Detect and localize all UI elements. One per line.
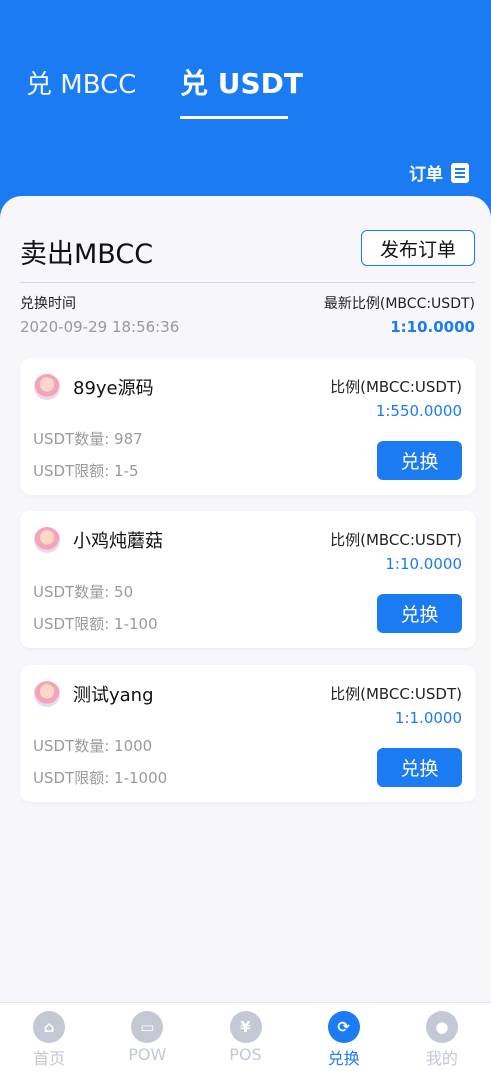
usdt-limit: USDT限额: 1-100: [33, 615, 158, 633]
seller-name: 测试yang: [73, 685, 154, 706]
ratio-value: 1:1.0000: [394, 709, 462, 727]
yen-icon: ¥: [229, 1011, 262, 1043]
home-icon: ⌂: [33, 1011, 66, 1043]
tabbar-item-mine[interactable]: ● 我的: [393, 1003, 491, 1071]
tabbar-item-exchange[interactable]: ⟳ 兑换: [295, 1003, 393, 1071]
avatar: [34, 374, 60, 400]
ratio-value: 1:10.0000: [385, 555, 462, 573]
bottom-tab-bar: ⌂ 首页 ▭ POW ¥ POS ⟳ 兑换 ● 我的: [0, 1002, 491, 1071]
exchange-icon: ⟳: [327, 1011, 360, 1043]
latest-ratio-label: 最新比例(MBCC:USDT): [323, 296, 475, 312]
tabbar-label: POW: [128, 1045, 167, 1064]
wallet-icon: ▭: [131, 1011, 164, 1043]
seller-name: 小鸡炖蘑菇: [73, 531, 163, 552]
avatar: [34, 681, 60, 707]
tabbar-label: 我的: [425, 1049, 458, 1068]
usdt-limit: USDT限额: 1-5: [33, 462, 139, 480]
exchange-time-value: 2020-09-29 18:56:36: [20, 318, 180, 336]
ratio-label: 比例(MBCC:USDT): [330, 685, 462, 703]
exchange-button[interactable]: 兑换: [377, 594, 462, 633]
user-icon: ●: [425, 1011, 458, 1043]
exchange-time-label: 兑换时间: [20, 296, 76, 312]
order-link[interactable]: 订单: [409, 160, 469, 185]
tab-mbcc[interactable]: 兑 MBCC: [26, 64, 136, 101]
active-tab-indicator: [180, 116, 288, 119]
usdt-quantity: USDT数量: 50: [33, 583, 134, 601]
offer-card: 89ye源码 比例(MBCC:USDT) 1:550.0000 USDT数量: …: [20, 358, 476, 495]
usdt-quantity: USDT数量: 1000: [33, 737, 153, 755]
exchange-button[interactable]: 兑换: [377, 441, 462, 480]
usdt-quantity: USDT数量: 987: [33, 430, 143, 448]
latest-ratio-value: 1:10.0000: [390, 318, 475, 336]
tabbar-label: 首页: [33, 1049, 66, 1068]
order-label: 订单: [409, 165, 443, 185]
order-list-icon: [451, 162, 469, 183]
tabbar-item-pos[interactable]: ¥ POS: [196, 1003, 294, 1071]
ratio-label: 比例(MBCC:USDT): [330, 531, 462, 549]
tabbar-item-pow[interactable]: ▭ POW: [98, 1003, 196, 1071]
tabbar-item-home[interactable]: ⌂ 首页: [0, 1003, 98, 1071]
seller-name: 89ye源码: [73, 378, 154, 399]
tabbar-label: POS: [229, 1045, 262, 1064]
publish-order-button[interactable]: 发布订单: [361, 230, 475, 266]
exchange-button[interactable]: 兑换: [377, 748, 462, 787]
tabbar-label: 兑换: [327, 1049, 360, 1068]
offer-card: 小鸡炖蘑菇 比例(MBCC:USDT) 1:10.0000 USDT数量: 50…: [20, 511, 476, 648]
main-panel: 卖出MBCC 发布订单 兑换时间 最新比例(MBCC:USDT) 2020-09…: [0, 196, 491, 1002]
offer-card: 测试yang 比例(MBCC:USDT) 1:1.0000 USDT数量: 10…: [20, 665, 476, 802]
tab-usdt[interactable]: 兑 USDT: [180, 62, 303, 102]
usdt-limit: USDT限额: 1-1000: [33, 769, 168, 787]
avatar: [34, 527, 60, 553]
divider: [20, 282, 475, 283]
ratio-value: 1:550.0000: [375, 402, 462, 420]
ratio-label: 比例(MBCC:USDT): [330, 378, 462, 396]
page-title: 卖出MBCC: [20, 239, 154, 270]
